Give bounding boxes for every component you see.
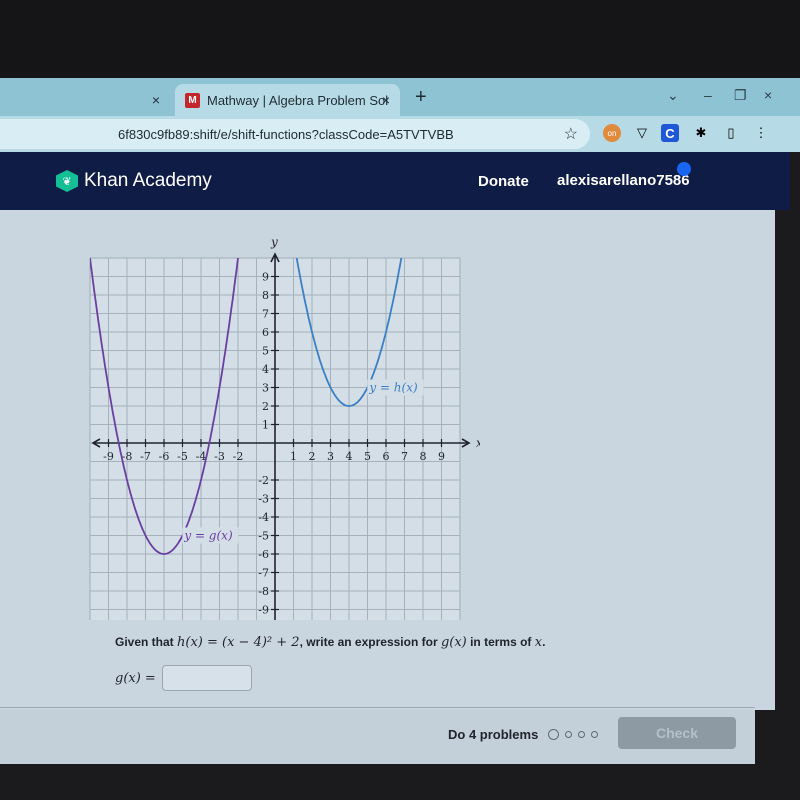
x-tick-label: 6 — [383, 450, 390, 463]
x-tick-label: 1 — [290, 450, 297, 463]
user-menu[interactable]: alexisarellano7586 — [557, 172, 690, 189]
x-tick-label: 3 — [327, 450, 334, 463]
y-tick-label: -5 — [258, 530, 269, 543]
extension-shield-icon[interactable]: ▽ — [633, 124, 651, 142]
restore-icon[interactable]: ❐ — [734, 87, 747, 104]
extension-on-icon[interactable]: on — [603, 124, 621, 142]
curve-label-h: y = h(x) — [368, 381, 418, 395]
answer-label: g(x) = — [115, 670, 156, 686]
x-tick-label: 4 — [346, 450, 353, 463]
x-tick-label: 2 — [309, 450, 316, 463]
x-tick-label: 7 — [401, 450, 408, 463]
y-tick-label: -3 — [258, 493, 269, 506]
x-tick-label: -3 — [214, 450, 225, 463]
y-tick-label: 1 — [262, 419, 269, 432]
exercise-area: xy-9-8-7-6-5-4-3-2123456789987654321-2-3… — [0, 210, 775, 710]
x-tick-label: -2 — [233, 450, 244, 463]
close-window-icon[interactable]: × — [764, 87, 772, 103]
new-tab-button[interactable]: + — [415, 86, 427, 109]
progress-dot — [578, 731, 586, 738]
coordinate-graph: xy-9-8-7-6-5-4-3-2123456789987654321-2-3… — [89, 235, 480, 620]
y-tick-label: -8 — [258, 585, 269, 598]
y-tick-label: -2 — [258, 474, 269, 487]
x-tick-label: -6 — [159, 450, 170, 463]
y-tick-label: 9 — [262, 271, 269, 284]
close-tab-icon[interactable]: × — [152, 92, 160, 108]
given-function: h(x) = (x − 4)² + 2 — [177, 635, 300, 650]
answer-input[interactable] — [161, 665, 252, 691]
menu-kebab-icon[interactable]: ⋮ — [752, 124, 770, 142]
y-tick-label: -6 — [258, 548, 269, 561]
x-tick-label: 8 — [420, 450, 427, 463]
exercise-footer: Do 4 problems Check — [0, 710, 755, 764]
y-tick-label: 4 — [262, 363, 269, 376]
tab-title: Mathway | Algebra Problem Sol — [207, 92, 389, 108]
y-tick-label: 3 — [262, 382, 269, 395]
donate-link[interactable]: Donate — [478, 173, 529, 190]
progress-dot — [565, 731, 573, 738]
y-axis-label: y — [270, 235, 278, 249]
target-function: g(x) — [440, 635, 467, 650]
tab-khan-academy[interactable]: × — [0, 84, 170, 116]
x-tick-label: 9 — [438, 450, 445, 463]
khan-header: ❦ Khan Academy Donate alexisarellano7586 — [0, 152, 790, 210]
extension-c-icon[interactable]: C — [661, 124, 679, 142]
y-tick-label: -7 — [258, 567, 269, 580]
y-tick-label: -4 — [258, 511, 269, 524]
browser-toolbar: 6f830c9fb89:shift/e/shift-functions?clas… — [0, 116, 800, 152]
progress-dot-current — [548, 729, 560, 740]
mathway-favicon-icon: M — [185, 92, 200, 108]
y-tick-label: 7 — [262, 308, 269, 321]
curve-label-g: y = g(x) — [183, 529, 233, 543]
x-tick-label: 5 — [364, 450, 371, 463]
divider — [0, 707, 755, 708]
progress-indicator: Do 4 problems — [448, 727, 599, 742]
khan-leaf-icon: ❦ — [56, 170, 78, 192]
x-tick-label: -7 — [140, 450, 151, 463]
khan-logo[interactable]: ❦ Khan Academy — [56, 170, 212, 192]
side-panel-icon[interactable]: ▯ — [722, 124, 740, 142]
notification-dot — [677, 162, 691, 176]
y-tick-label: 8 — [262, 289, 269, 302]
close-tab-icon[interactable]: × — [382, 92, 390, 108]
bookmark-star-icon[interactable]: ☆ — [564, 124, 578, 144]
y-tick-label: 6 — [262, 326, 269, 339]
screen-bezel — [0, 0, 800, 78]
brand-name: Khan Academy — [84, 170, 212, 191]
x-tick-label: -5 — [177, 450, 188, 463]
y-tick-label: 2 — [262, 400, 269, 413]
check-button[interactable]: Check — [618, 717, 736, 749]
x-tick-label: -9 — [103, 450, 114, 463]
minimize-icon[interactable]: – — [704, 87, 712, 103]
x-axis-label: x — [476, 436, 480, 450]
address-bar[interactable]: 6f830c9fb89:shift/e/shift-functions?clas… — [0, 119, 590, 149]
answer-row: g(x) = — [115, 665, 252, 691]
extensions-puzzle-icon[interactable]: ✱ — [692, 124, 710, 142]
tab-mathway[interactable]: M Mathway | Algebra Problem Sol × — [175, 84, 400, 116]
tab-strip: × M Mathway | Algebra Problem Sol × + ⌄ … — [0, 78, 800, 116]
y-tick-label: 5 — [262, 345, 269, 358]
url-text[interactable]: 6f830c9fb89:shift/e/shift-functions?clas… — [0, 127, 454, 142]
tab-search-icon[interactable]: ⌄ — [667, 87, 679, 104]
y-tick-label: -9 — [258, 604, 269, 617]
browser-window: × M Mathway | Algebra Problem Sol × + ⌄ … — [0, 78, 800, 778]
progress-label: Do 4 problems — [448, 727, 539, 742]
progress-dot — [591, 731, 599, 738]
question-text: Given that h(x) = (x − 4)² + 2, write an… — [115, 635, 546, 650]
